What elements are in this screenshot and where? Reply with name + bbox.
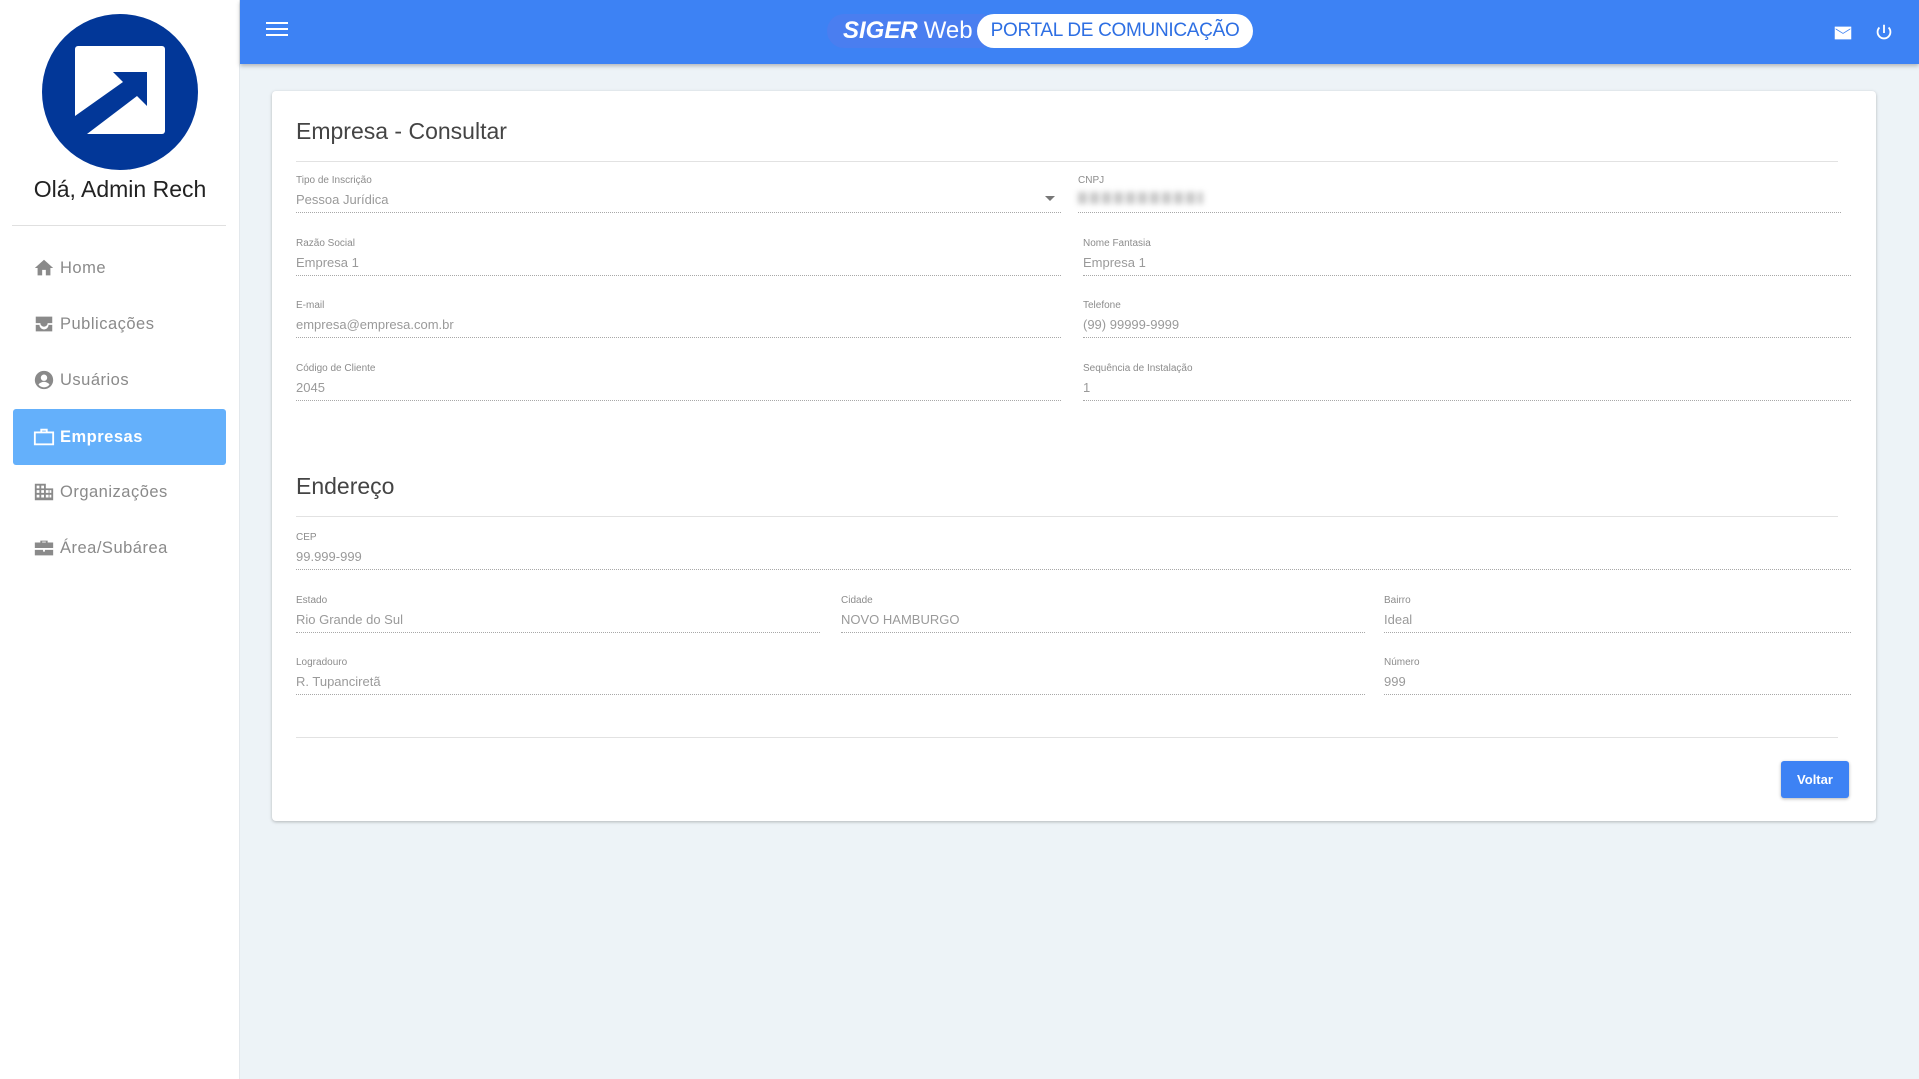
field-label: E-mail <box>296 300 325 311</box>
field-value: Pessoa Jurídica <box>296 192 389 207</box>
nome-fantasia-field[interactable]: Nome Fantasia Empresa 1 <box>1083 238 1851 276</box>
codigo-cliente-field[interactable]: Código de Cliente 2045 <box>296 363 1061 401</box>
briefcase-icon <box>33 428 55 446</box>
field-label: Cidade <box>841 595 873 606</box>
numero-field[interactable]: Número 999 <box>1384 657 1851 695</box>
sidebar-item-usuarios[interactable]: Usuários <box>13 352 226 408</box>
field-value: Empresa 1 <box>1083 255 1146 270</box>
power-icon[interactable] <box>1873 22 1895 44</box>
portal-title: PORTAL DE COMUNICAÇÃO <box>976 14 1254 48</box>
sidebar: Olá, Admin Rech Home Publicações Usuário… <box>0 0 240 1079</box>
field-value: 999 <box>1384 674 1406 689</box>
field-label: Bairro <box>1384 595 1411 606</box>
tipo-inscricao-select[interactable]: Tipo de Inscrição Pessoa Jurídica <box>296 175 1061 213</box>
building-icon <box>34 483 54 501</box>
user-greeting: Olá, Admin Rech <box>33 176 207 202</box>
sidebar-item-organizacoes[interactable]: Organizações <box>13 464 226 520</box>
cep-field[interactable]: CEP 99.999-999 <box>296 532 1851 570</box>
field-label: Razão Social <box>296 238 355 249</box>
field-value: 2045 <box>296 380 325 395</box>
sidebar-item-label: Usuários <box>60 370 130 389</box>
footer-divider <box>296 737 1838 738</box>
sidebar-divider <box>12 225 226 226</box>
mail-icon[interactable] <box>1832 22 1854 44</box>
field-value: empresa@empresa.com.br <box>296 317 454 332</box>
sidebar-item-label: Organizações <box>60 482 168 501</box>
dropdown-arrow-icon <box>1045 196 1055 201</box>
field-value: Ideal <box>1384 612 1413 627</box>
cnpj-field[interactable]: CNPJ <box>1078 175 1841 213</box>
sidebar-item-home[interactable]: Home <box>13 240 226 296</box>
company-view-card: Empresa - Consultar Tipo de Inscrição Pe… <box>272 91 1876 821</box>
sequencia-instalacao-field[interactable]: Sequência de Instalação 1 <box>1083 363 1851 401</box>
page-title: Empresa - Consultar <box>296 118 507 144</box>
field-label: Número <box>1384 657 1420 668</box>
external-link-logo-icon <box>75 72 147 134</box>
app-logo: SIGER Web PORTAL DE COMUNICAÇÃO <box>827 14 1254 48</box>
field-value: 99.999-999 <box>296 549 362 564</box>
sidebar-item-label: Home <box>60 258 107 277</box>
sidebar-item-area-subarea[interactable]: Área/Subárea <box>13 520 226 576</box>
field-value: Rio Grande do Sul <box>296 612 403 627</box>
address-divider <box>296 516 1838 517</box>
cidade-field[interactable]: Cidade NOVO HAMBURGO <box>841 595 1365 633</box>
field-label: Estado <box>296 595 328 606</box>
bairro-field[interactable]: Bairro Ideal <box>1384 595 1851 633</box>
sidebar-item-empresas[interactable]: Empresas <box>13 409 226 465</box>
field-value: Empresa 1 <box>296 255 359 270</box>
inbox-icon <box>35 316 53 332</box>
razao-social-field[interactable]: Razão Social Empresa 1 <box>296 238 1061 276</box>
field-label: Tipo de Inscrição <box>296 175 372 186</box>
hamburger-menu-icon[interactable] <box>266 22 288 40</box>
home-icon <box>34 259 54 276</box>
back-button[interactable]: Voltar <box>1781 761 1849 798</box>
logradouro-field[interactable]: Logradouro R. Tupanciretã <box>296 657 1365 695</box>
address-section-title: Endereço <box>296 473 395 499</box>
field-label: Logradouro <box>296 657 348 668</box>
logo-main: SIGER <box>843 17 918 44</box>
email-field[interactable]: E-mail empresa@empresa.com.br <box>296 300 1061 338</box>
avatar <box>42 14 198 170</box>
sidebar-item-publicacoes[interactable]: Publicações <box>13 296 226 352</box>
estado-field[interactable]: Estado Rio Grande do Sul <box>296 595 820 633</box>
title-divider <box>296 161 1838 162</box>
sidebar-item-label: Área/Subárea <box>60 538 168 557</box>
field-value: NOVO HAMBURGO <box>841 612 960 627</box>
field-label: Sequência de Instalação <box>1083 363 1193 374</box>
account-circle-icon <box>34 370 54 390</box>
field-label: CEP <box>296 532 317 543</box>
top-bar: SIGER Web PORTAL DE COMUNICAÇÃO <box>240 0 1919 64</box>
field-value: R. Tupanciretã <box>296 674 381 689</box>
sidebar-item-label: Empresas <box>60 427 143 446</box>
work-icon <box>34 540 54 556</box>
field-label: CNPJ <box>1078 175 1105 186</box>
telefone-field[interactable]: Telefone (99) 99999-9999 <box>1083 300 1851 338</box>
field-label: Nome Fantasia <box>1083 238 1151 249</box>
sidebar-item-label: Publicações <box>60 314 155 333</box>
field-label: Código de Cliente <box>296 363 376 374</box>
field-value: 1 <box>1083 380 1091 395</box>
logo-sub: Web <box>923 17 973 44</box>
cnpj-blurred-value <box>1078 192 1203 207</box>
field-value: (99) 99999-9999 <box>1083 317 1180 332</box>
field-label: Telefone <box>1083 300 1121 311</box>
